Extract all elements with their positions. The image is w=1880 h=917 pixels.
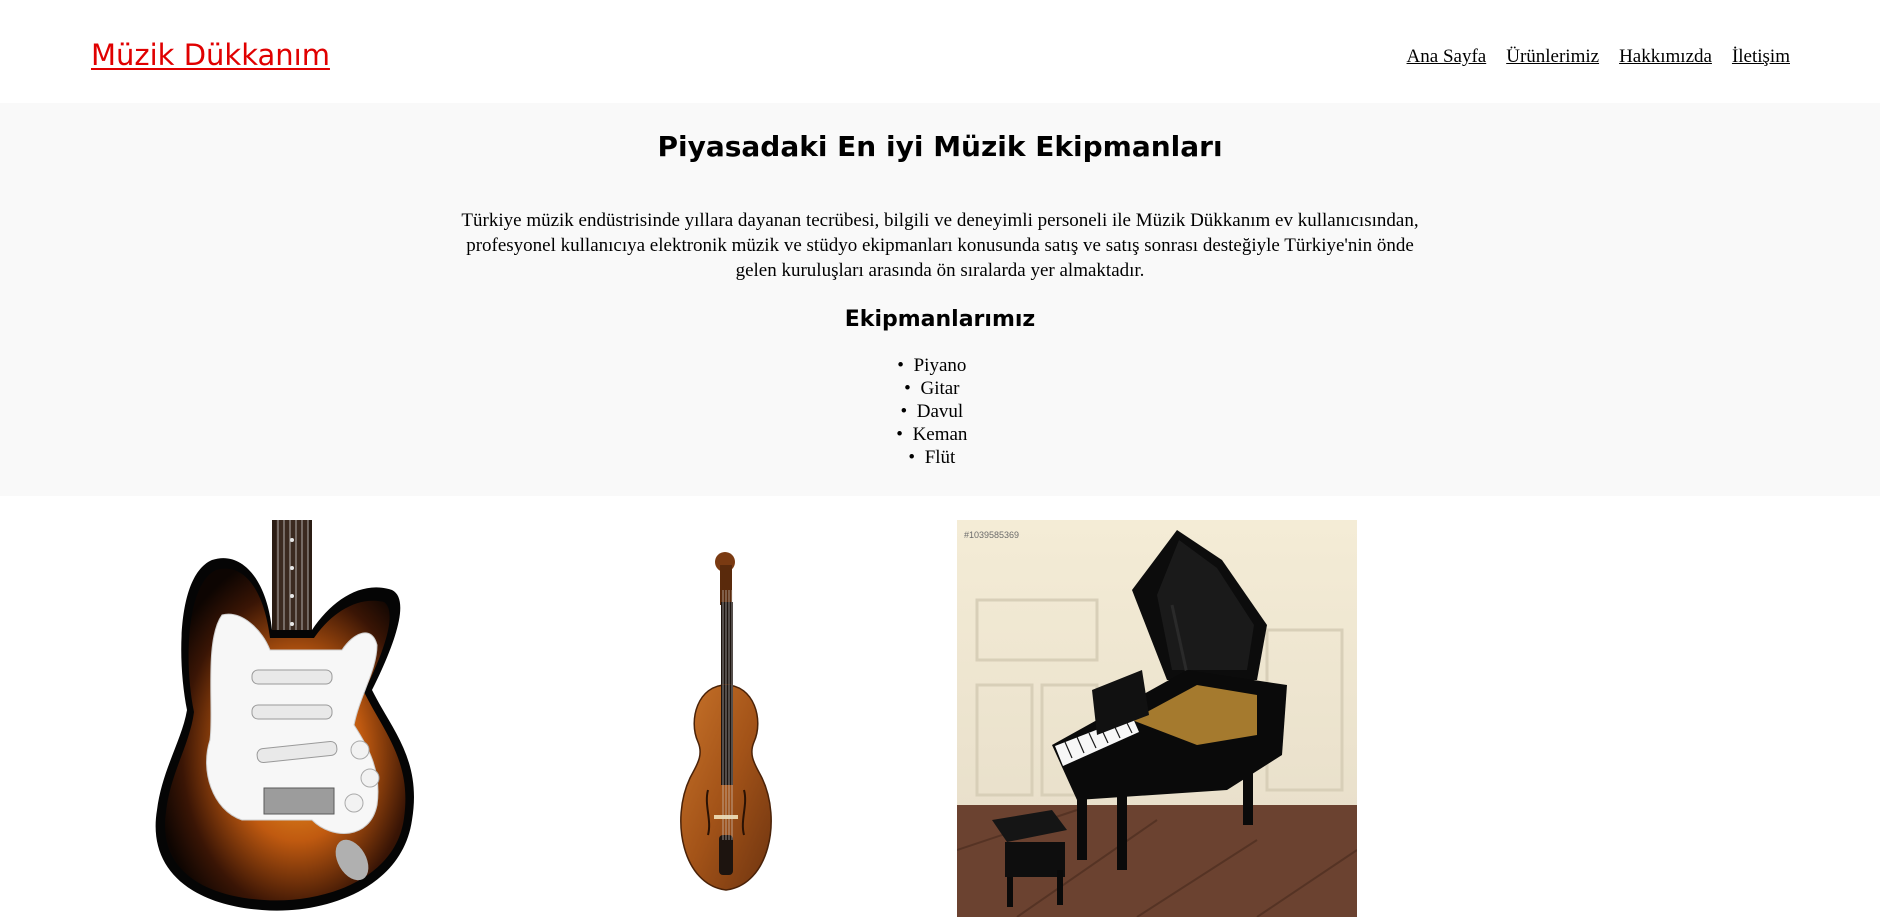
image-watermark: #1039585369	[964, 530, 1020, 540]
site-header: Müzik Dükkanım Ana Sayfa Ürünlerimiz Hak…	[0, 0, 1880, 103]
violin-illustration	[558, 520, 958, 917]
equipment-item: Davul	[0, 400, 1880, 423]
equipment-item: Keman	[0, 423, 1880, 446]
violin-image	[558, 520, 958, 917]
equipment-item: Flüt	[0, 446, 1880, 469]
hero-description: Türkiye müzik endüstrisinde yıllara daya…	[461, 210, 1419, 281]
equipment-item: Gitar	[0, 377, 1880, 400]
product-gallery: #1039585369	[0, 496, 1880, 917]
piano-image: #1039585369	[957, 520, 1357, 917]
nav-link-home[interactable]: Ana Sayfa	[1407, 46, 1487, 68]
guitar-image	[92, 520, 492, 917]
equipment-item: Piyano	[0, 354, 1880, 377]
piano-illustration	[957, 520, 1357, 917]
equipment-title: Ekipmanlarımız	[844, 307, 1036, 332]
main-nav: Ana Sayfa Ürünlerimiz Hakkımızda İletişi…	[1407, 46, 1790, 68]
nav-link-about[interactable]: Hakkımızda	[1619, 46, 1712, 68]
equipment-list: Piyano Gitar Davul Keman Flüt	[0, 354, 1880, 469]
hero-section: Piyasadaki En iyi Müzik Ekipmanları Türk…	[0, 103, 1880, 496]
guitar-illustration	[92, 520, 492, 917]
brand-link[interactable]: Müzik Dükkanım	[91, 38, 330, 72]
nav-link-products[interactable]: Ürünlerimiz	[1506, 46, 1599, 68]
nav-link-contact[interactable]: İletişim	[1732, 46, 1790, 68]
hero-title: Piyasadaki En iyi Müzik Ekipmanları	[657, 130, 1223, 163]
